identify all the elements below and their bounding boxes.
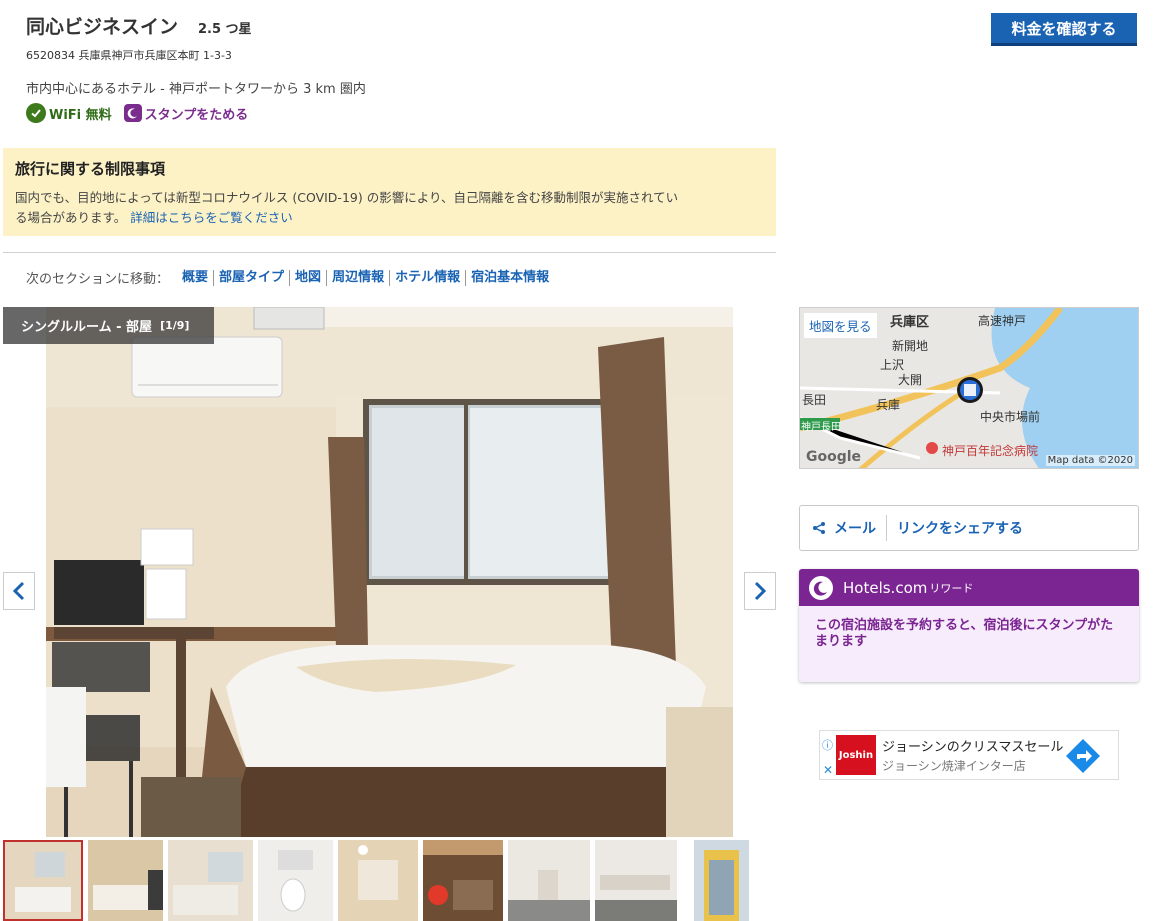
rewards-message: この宿泊施設を予約すると、宿泊後にスタンプがたまります [815, 618, 1114, 649]
stamp-amenity[interactable]: スタンプをためる [123, 103, 249, 123]
nav-room-types[interactable]: 部屋タイプ [214, 269, 291, 286]
ad-title: ジョーシンのクリスマスセール [882, 740, 1064, 755]
star-rating: 2.5 つ星 [198, 22, 252, 37]
hotel-address: 6520834 兵庫県神戸市兵庫区本町 1-3-3 [26, 49, 232, 62]
directions-icon[interactable] [1066, 739, 1100, 773]
thumbnail-3[interactable] [168, 840, 253, 921]
ad-text: ジョーシンのクリスマスセール ジョーシン焼津インター店 [882, 736, 1063, 774]
thumbnail-1[interactable] [3, 840, 83, 921]
info-icon[interactable]: ⓘ [822, 737, 833, 753]
map-place: 中央市場前 [980, 410, 1041, 424]
thumbnail-6[interactable] [423, 840, 503, 921]
notice-title: 旅行に関する制限事項 [15, 160, 166, 178]
map-place: 兵庫 [876, 398, 901, 412]
thumbnail-8[interactable] [595, 840, 677, 921]
map-credit: Map data ©2020 [1045, 455, 1135, 466]
stamp-label: スタンプをためる [144, 107, 249, 123]
wifi-label: WiFi 無料 [49, 107, 112, 123]
nav-overview[interactable]: 概要 [177, 269, 215, 286]
section-nav-label: 次のセクションに移動： [26, 272, 170, 287]
close-icon[interactable]: ✕ [823, 763, 833, 777]
check-icon [26, 103, 46, 123]
notice-body-line2: る場合があります。 [15, 210, 127, 225]
view-map-link[interactable]: 地図を見る [804, 313, 877, 338]
photo-thumbnails [3, 840, 749, 921]
thumbnail-2[interactable] [88, 840, 163, 921]
notice-body: 国内でも、目的地によっては新型コロナウイルス (COVID-19) の影響により… [15, 188, 764, 228]
moon-icon [809, 575, 833, 600]
check-price-button[interactable]: 料金を確認する [991, 13, 1137, 46]
thumbnail-4[interactable] [258, 840, 333, 921]
room-name: シングルルーム - 部屋 [21, 320, 153, 335]
amenity-list: WiFi 無料 スタンプをためる [26, 103, 248, 123]
wifi-amenity: WiFi 無料 [26, 103, 112, 123]
google-logo: Google [806, 449, 862, 465]
map-place: 兵庫区 [890, 315, 930, 330]
rewards-panel: Hotels.com リワード この宿泊施設を予約すると、宿泊後にスタンプがたま… [799, 569, 1139, 682]
map-place: 神戸長田 [801, 422, 841, 433]
travel-restriction-notice: 旅行に関する制限事項 国内でも、目的地によっては新型コロナウイルス (COVID… [3, 148, 776, 236]
rewards-subtitle: リワード [929, 581, 974, 595]
share-box: メール リンクをシェアする [799, 505, 1139, 551]
share-icon [813, 522, 825, 534]
chevron-right-icon [754, 581, 767, 601]
advertisement[interactable]: ⓘ ✕ Joshin ジョーシンのクリスマスセール ジョーシン焼津インター店 [819, 730, 1119, 780]
map-place: 高速神戸 [978, 314, 1027, 328]
rewards-header: Hotels.com リワード [799, 569, 1139, 606]
map-place: 神戸百年記念病院 [942, 444, 1039, 458]
map-place: 新開地 [892, 339, 929, 353]
hotel-name: 同心ビジネスイン [26, 16, 179, 38]
chevron-left-icon [12, 581, 25, 601]
photo-counter: [1/9] [160, 319, 190, 332]
nav-hotel-info[interactable]: ホテル情報 [390, 269, 467, 286]
location-map[interactable]: 地図を見る 兵庫区 高速神戸 新開地 上沢 大開 長田 兵庫 中央市場前 神戸百… [799, 307, 1139, 469]
hotel-tagline: 市内中心にあるホテル - 神戸ポートタワーから 3 km 圏内 [26, 82, 366, 97]
divider [3, 252, 776, 253]
thumbnail-7[interactable] [508, 840, 590, 921]
map-place: 長田 [802, 393, 827, 407]
nav-map[interactable]: 地図 [290, 269, 328, 286]
rewards-brand: Hotels.com [843, 578, 928, 597]
share-mail-button[interactable]: メール [812, 515, 887, 541]
thumbnail-5[interactable] [338, 840, 418, 921]
nav-nearby[interactable]: 周辺情報 [327, 269, 391, 286]
room-photo-label: シングルルーム - 部屋 [1/9] [3, 307, 214, 344]
ad-subtitle: ジョーシン焼津インター店 [882, 759, 1026, 773]
moon-icon [123, 104, 142, 122]
nav-stay-info[interactable]: 宿泊基本情報 [466, 270, 554, 286]
map-place: 大開 [898, 373, 923, 387]
ad-logo: Joshin [836, 735, 876, 775]
next-photo-button[interactable] [744, 572, 776, 610]
prev-photo-button[interactable] [3, 572, 35, 610]
section-nav: 次のセクションに移動： 概要 部屋タイプ 地図 周辺情報 ホテル情報 宿泊基本情… [26, 268, 554, 287]
notice-body-line1: 国内でも、目的地によっては新型コロナウイルス (COVID-19) の影響により… [15, 190, 679, 205]
share-link-button[interactable]: リンクをシェアする [887, 518, 1023, 538]
thumbnail-9[interactable] [694, 840, 749, 921]
main-room-photo[interactable] [46, 307, 733, 837]
share-mail-label: メール [834, 521, 876, 537]
notice-details-link[interactable]: 詳細はこちらをご覧ください [130, 210, 293, 225]
